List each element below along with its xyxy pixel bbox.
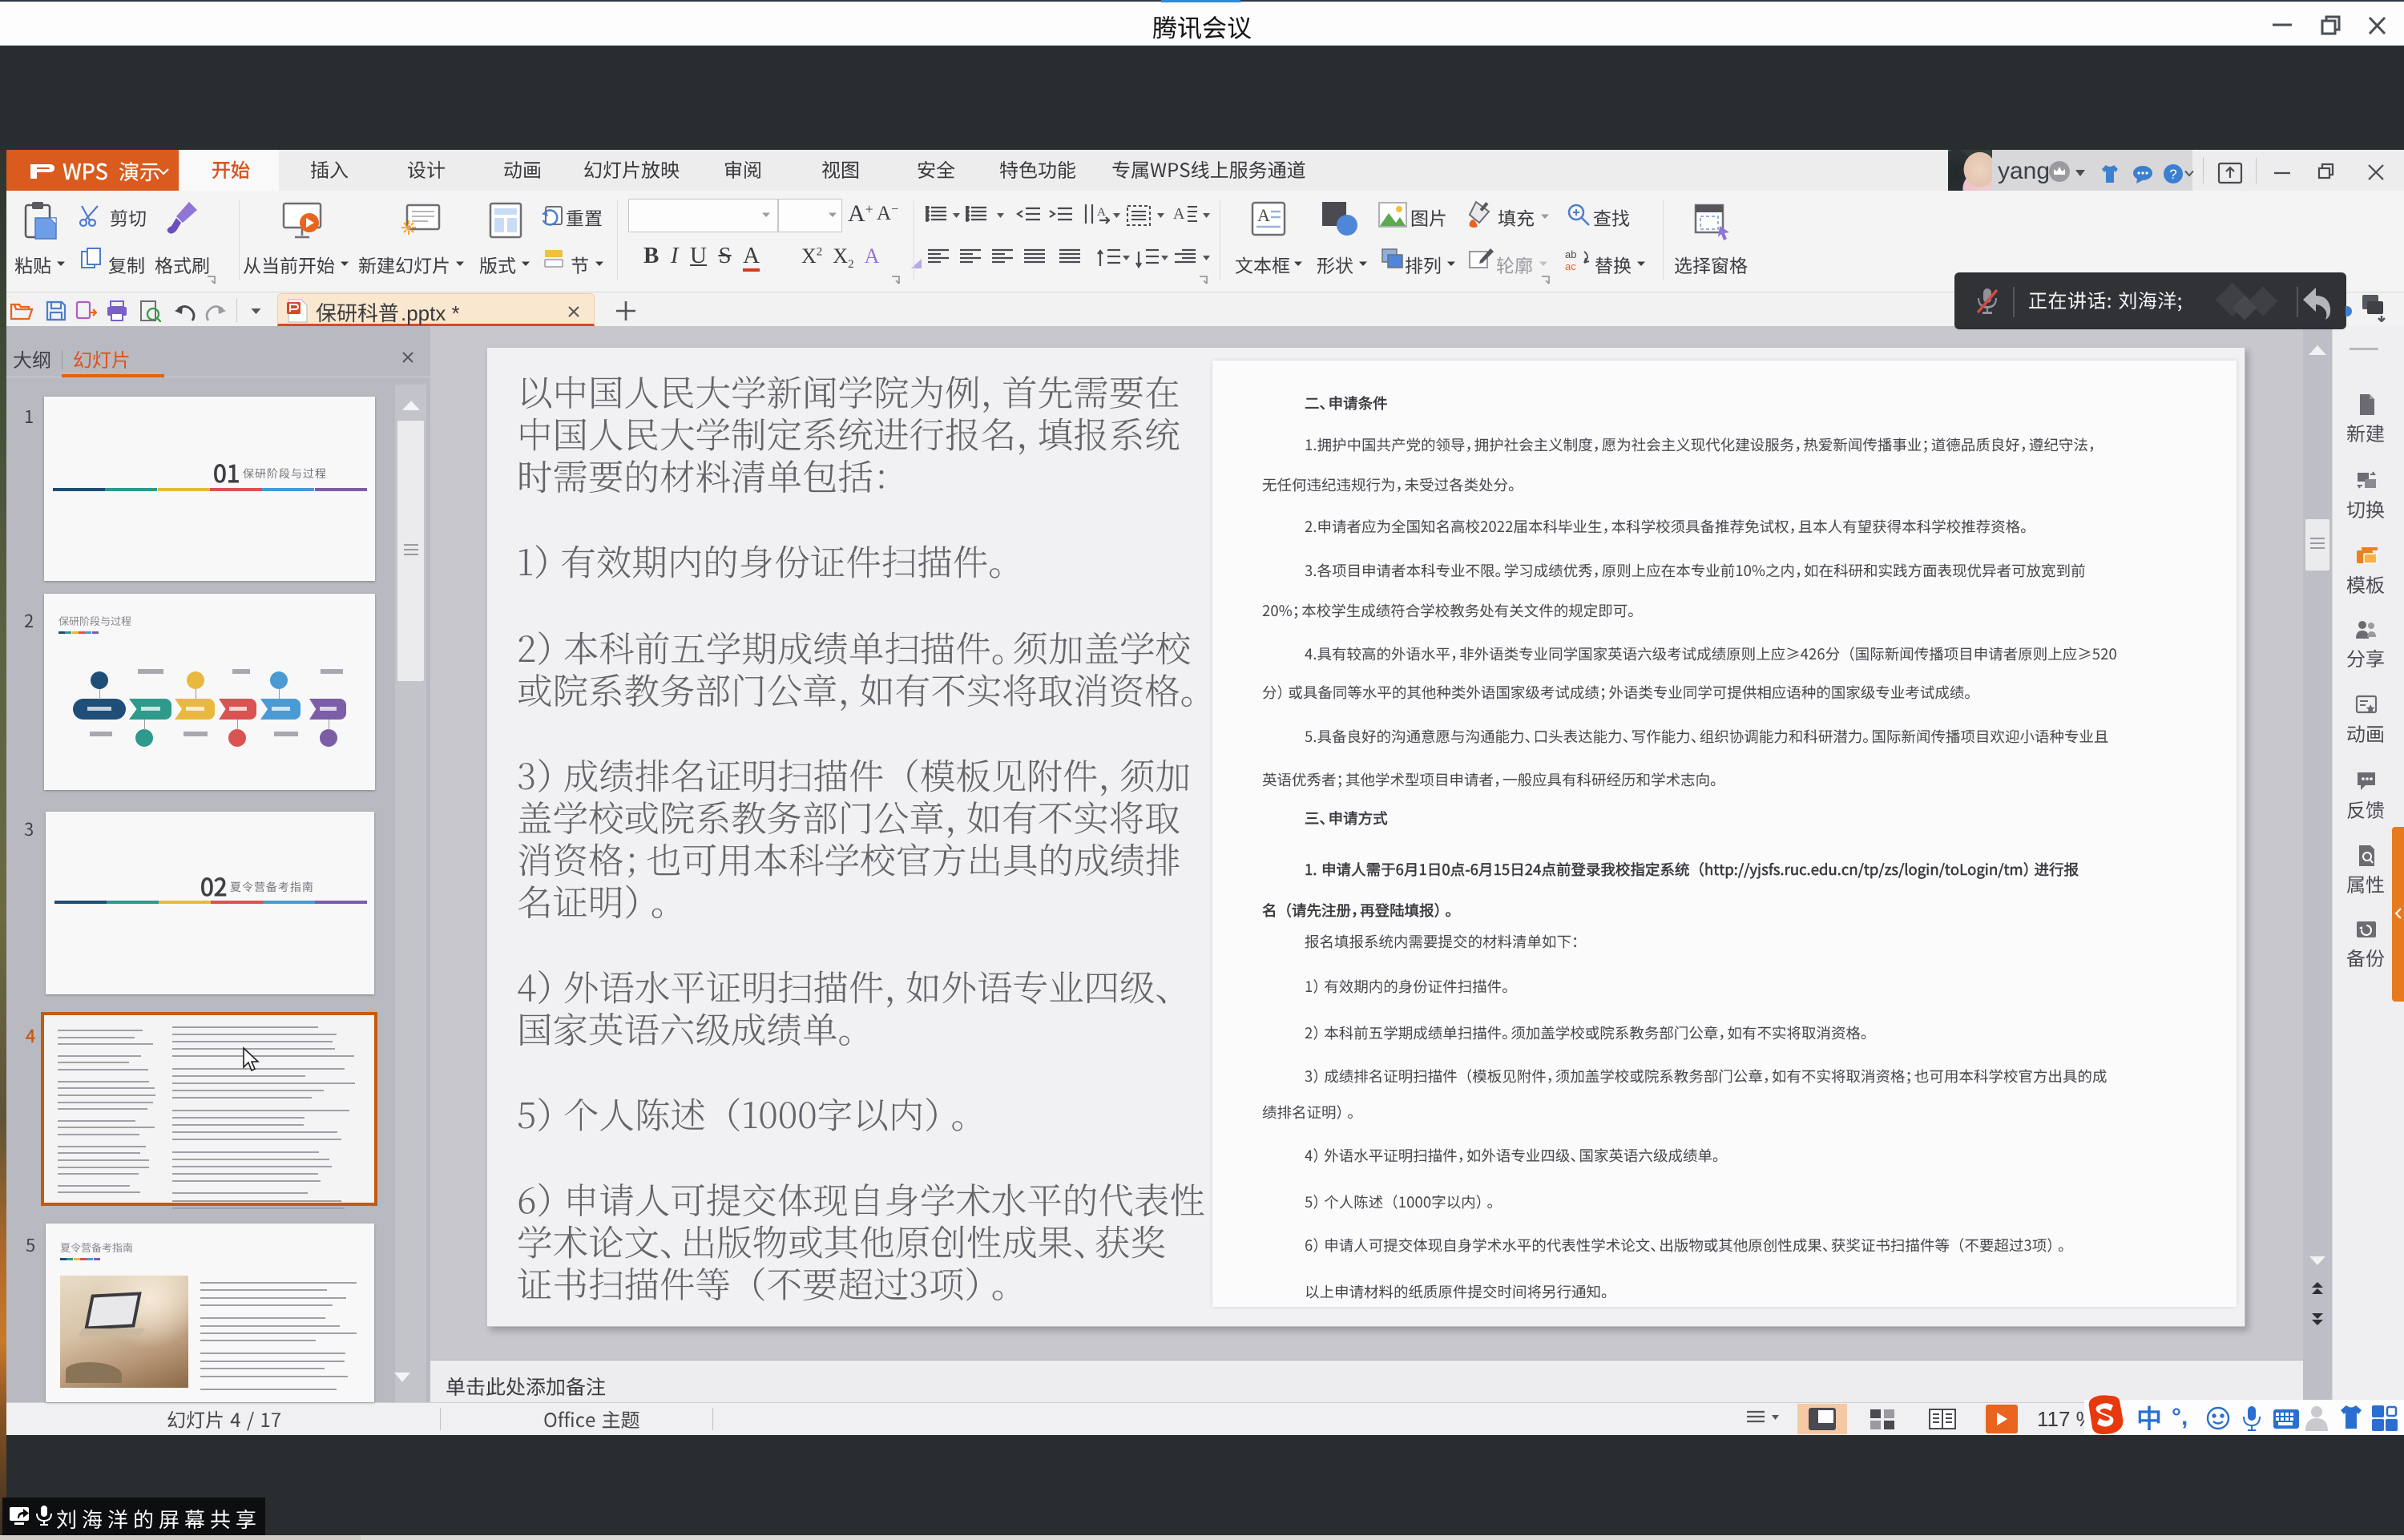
svg-text:ac: ac xyxy=(1565,260,1576,271)
svg-text:A: A xyxy=(1173,205,1185,223)
svg-text:A: A xyxy=(1097,206,1106,219)
svg-text:?: ? xyxy=(2169,167,2176,182)
svg-text:ab: ab xyxy=(1565,248,1576,260)
svg-text:A: A xyxy=(1257,205,1270,225)
